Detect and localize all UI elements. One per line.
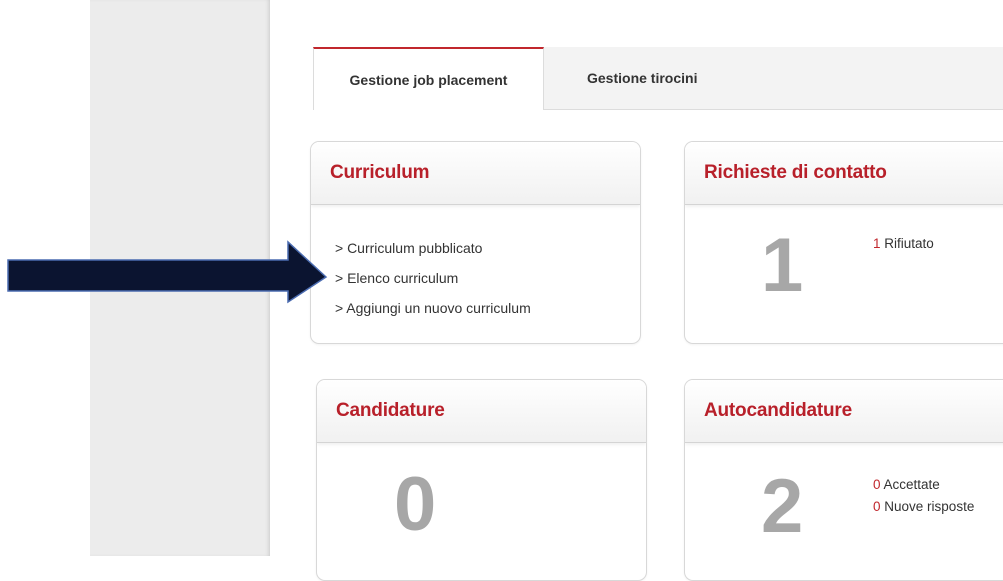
nuove-risposte-value: 0	[873, 499, 881, 514]
nuove-risposte-label: Nuove risposte	[884, 499, 975, 514]
accettate-value: 0	[873, 477, 881, 492]
rifiutato-label: Rifiutato	[884, 236, 934, 251]
curriculum-card-title: Curriculum	[330, 162, 430, 183]
accettate-label: Accettate	[883, 477, 940, 492]
candidature-card-header: Candidature	[317, 380, 646, 443]
tab-job-placement[interactable]: Gestione job placement	[313, 47, 544, 110]
link-curriculum-pubblicato[interactable]: > Curriculum pubblicato	[335, 233, 531, 263]
richieste-count: 1	[761, 223, 804, 308]
tab-tirocini[interactable]: Gestione tirocini	[567, 47, 747, 109]
tab-bar: Gestione job placement Gestione tirocini	[313, 47, 1003, 110]
richieste-card-title: Richieste di contatto	[704, 162, 887, 183]
curriculum-card-header: Curriculum	[311, 142, 640, 205]
candidature-count: 0	[394, 462, 437, 547]
link-aggiungi-curriculum[interactable]: > Aggiungi un nuovo curriculum	[335, 293, 531, 323]
candidature-card-title: Candidature	[336, 400, 445, 421]
candidature-card: Candidature 0	[316, 379, 647, 581]
curriculum-links: > Curriculum pubblicato > Elenco curricu…	[335, 233, 531, 323]
rifiutato-value: 1	[873, 236, 881, 251]
richieste-card-header: Richieste di contatto	[685, 142, 1003, 205]
autocandidature-card-title: Autocandidature	[704, 400, 852, 421]
curriculum-card: Curriculum > Curriculum pubblicato > Ele…	[310, 141, 641, 344]
right-arrow-icon	[7, 240, 328, 304]
autocandidature-card-header: Autocandidature	[685, 380, 1003, 443]
autocandidature-stat-accettate: 0 Accettate	[873, 474, 940, 496]
autocandidature-count: 2	[761, 464, 804, 549]
autocandidature-card: Autocandidature 2 0 Accettate 0 Nuove ri…	[684, 379, 1003, 581]
richieste-stat-rifiutato: 1 Rifiutato	[873, 233, 934, 255]
richieste-contatto-card: Richieste di contatto 1 1 Rifiutato	[684, 141, 1003, 344]
autocandidature-stat-nuove-risposte: 0 Nuove risposte	[873, 496, 974, 518]
link-elenco-curriculum[interactable]: > Elenco curriculum	[335, 263, 531, 293]
